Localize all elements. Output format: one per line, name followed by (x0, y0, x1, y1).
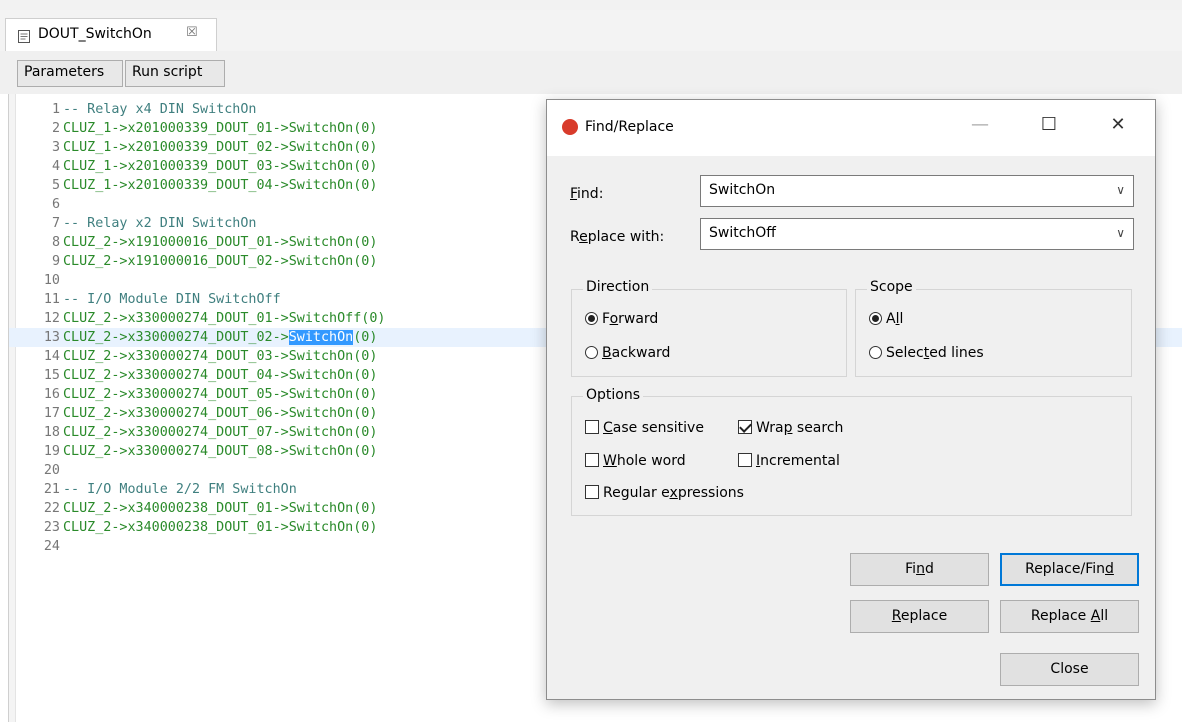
radio-dot[interactable] (585, 346, 598, 359)
replace-with-input[interactable]: SwitchOff (709, 225, 776, 241)
line-number: 2 (51, 121, 60, 136)
code-text-before[interactable]: CLUZ_2->x330000274_DOUT_02-> (63, 330, 289, 345)
checkbox-box[interactable] (585, 420, 599, 434)
code-text[interactable]: CLUZ_1->x201000339_DOUT_02->SwitchOn(0) (63, 138, 377, 157)
line-number: 11 (43, 292, 60, 307)
code-text[interactable]: CLUZ_2->x330000274_DOUT_03->SwitchOn(0) (63, 347, 377, 366)
line-number: 13 (43, 330, 60, 345)
line-number: 14 (43, 349, 60, 364)
line-number: 5 (51, 178, 60, 193)
app-home-icon (562, 119, 578, 135)
line-number: 8 (51, 235, 60, 250)
scope-all-radio[interactable]: All (869, 311, 903, 327)
find-input[interactable]: SwitchOn (709, 182, 775, 198)
forward-radio[interactable]: Forward (585, 311, 658, 327)
find-label: Find: (570, 186, 604, 202)
code-text[interactable]: -- Relay x2 DIN SwitchOn (63, 214, 256, 233)
code-text[interactable]: CLUZ_2->x191000016_DOUT_01->SwitchOn(0) (63, 233, 377, 252)
whole-word-checkbox[interactable]: Whole word (585, 453, 686, 469)
top-strip (0, 0, 1182, 10)
line-number: 19 (43, 444, 60, 459)
backward-radio[interactable]: Backward (585, 345, 670, 361)
scope-title: Scope (867, 279, 916, 295)
line-number: 12 (43, 311, 60, 326)
chevron-down-icon[interactable]: ∨ (1116, 183, 1125, 197)
replace-find-button[interactable]: Replace/Find (1000, 553, 1139, 586)
dialog-titlebar[interactable]: Find/Replace — ☐ ✕ (547, 100, 1155, 156)
line-number: 23 (43, 520, 60, 535)
code-text[interactable]: CLUZ_2->x330000274_DOUT_04->SwitchOn(0) (63, 366, 377, 385)
line-number: 20 (43, 463, 60, 478)
replace-all-button[interactable]: Replace All (1000, 600, 1139, 633)
wrap-search-checkbox[interactable]: Wrap search (738, 420, 843, 436)
find-replace-dialog: Find/Replace — ☐ ✕ Find: SwitchOn ∨ Repl… (546, 99, 1156, 700)
direction-group (571, 289, 847, 377)
code-text[interactable]: -- I/O Module 2/2 FM SwitchOn (63, 480, 297, 499)
line-number: 10 (43, 273, 60, 288)
selected-match[interactable]: SwitchOn (288, 330, 354, 345)
line-number: 16 (43, 387, 60, 402)
checkbox-box[interactable] (585, 485, 599, 499)
options-title: Options (583, 387, 644, 403)
regular-expressions-checkbox[interactable]: Regular expressions (585, 485, 744, 501)
code-text[interactable]: CLUZ_2->x330000274_DOUT_07->SwitchOn(0) (63, 423, 377, 442)
dialog-title: Find/Replace (585, 119, 674, 135)
script-file-icon (18, 30, 30, 43)
case-sensitive-checkbox[interactable]: Case sensitive (585, 420, 704, 436)
code-text-after[interactable]: (0) (353, 330, 377, 345)
code-text[interactable]: CLUZ_2->x340000238_DOUT_01->SwitchOn(0) (63, 518, 377, 537)
close-button[interactable]: Close (1000, 653, 1139, 686)
line-number: 18 (43, 425, 60, 440)
checkmark-icon[interactable] (738, 420, 752, 434)
close-icon[interactable]: ✕ (1098, 114, 1138, 142)
line-number: 6 (51, 197, 60, 212)
minimize-icon[interactable]: — (960, 114, 1000, 142)
replace-with-combo[interactable]: SwitchOff ∨ (700, 218, 1134, 250)
code-text[interactable]: CLUZ_2->x330000274_DOUT_02->SwitchOn(0) (63, 328, 377, 347)
code-text[interactable]: CLUZ_2->x191000016_DOUT_02->SwitchOn(0) (63, 252, 377, 271)
code-text[interactable]: CLUZ_1->x201000339_DOUT_03->SwitchOn(0) (63, 157, 377, 176)
replace-with-label: Replace with: (570, 229, 665, 245)
line-number: 15 (43, 368, 60, 383)
chevron-down-icon[interactable]: ∨ (1116, 226, 1125, 240)
replace-button[interactable]: Replace (850, 600, 989, 633)
line-number: 21 (43, 482, 60, 497)
find-button[interactable]: Find (850, 553, 989, 586)
code-text[interactable]: -- Relay x4 DIN SwitchOn (63, 100, 256, 119)
run-script-button[interactable]: Run script (125, 60, 225, 87)
code-text[interactable]: CLUZ_1->x201000339_DOUT_04->SwitchOn(0) (63, 176, 377, 195)
maximize-icon[interactable]: ☐ (1029, 114, 1069, 142)
line-number: 24 (43, 539, 60, 554)
line-number: 1 (51, 102, 60, 117)
editor-tab-bar: DOUT_SwitchOn ☒ (0, 10, 1182, 52)
tab-close-icon[interactable]: ☒ (186, 25, 198, 40)
radio-dot[interactable] (869, 312, 882, 325)
code-text[interactable]: CLUZ_2->x330000274_DOUT_06->SwitchOn(0) (63, 404, 377, 423)
line-number: 7 (51, 216, 60, 231)
line-number: 4 (51, 159, 60, 174)
direction-title: Direction (583, 279, 653, 295)
checkbox-box[interactable] (585, 453, 599, 467)
code-text[interactable]: CLUZ_2->x330000274_DOUT_05->SwitchOn(0) (63, 385, 377, 404)
code-text[interactable]: -- I/O Module DIN SwitchOff (63, 290, 281, 309)
code-text[interactable]: CLUZ_2->x330000274_DOUT_08->SwitchOn(0) (63, 442, 377, 461)
editor-tab-dout-switchon[interactable]: DOUT_SwitchOn ☒ (5, 18, 217, 51)
code-text[interactable]: CLUZ_1->x201000339_DOUT_01->SwitchOn(0) (63, 119, 377, 138)
line-number: 9 (51, 254, 60, 269)
line-number: 22 (43, 501, 60, 516)
line-number: 3 (51, 140, 60, 155)
code-text[interactable]: CLUZ_2->x330000274_DOUT_01->SwitchOff(0) (63, 309, 385, 328)
editor-toolbar: Parameters Run script (0, 51, 1182, 94)
editor-tab-title: DOUT_SwitchOn (38, 26, 152, 42)
scope-group (855, 289, 1132, 377)
find-combo[interactable]: SwitchOn ∨ (700, 175, 1134, 207)
parameters-button[interactable]: Parameters (17, 60, 123, 87)
radio-dot[interactable] (869, 346, 882, 359)
radio-dot[interactable] (585, 312, 598, 325)
selected-lines-radio[interactable]: Selected lines (869, 345, 984, 361)
code-text[interactable]: CLUZ_2->x340000238_DOUT_01->SwitchOn(0) (63, 499, 377, 518)
checkbox-box[interactable] (738, 453, 752, 467)
incremental-checkbox[interactable]: Incremental (738, 453, 840, 469)
line-number: 17 (43, 406, 60, 421)
